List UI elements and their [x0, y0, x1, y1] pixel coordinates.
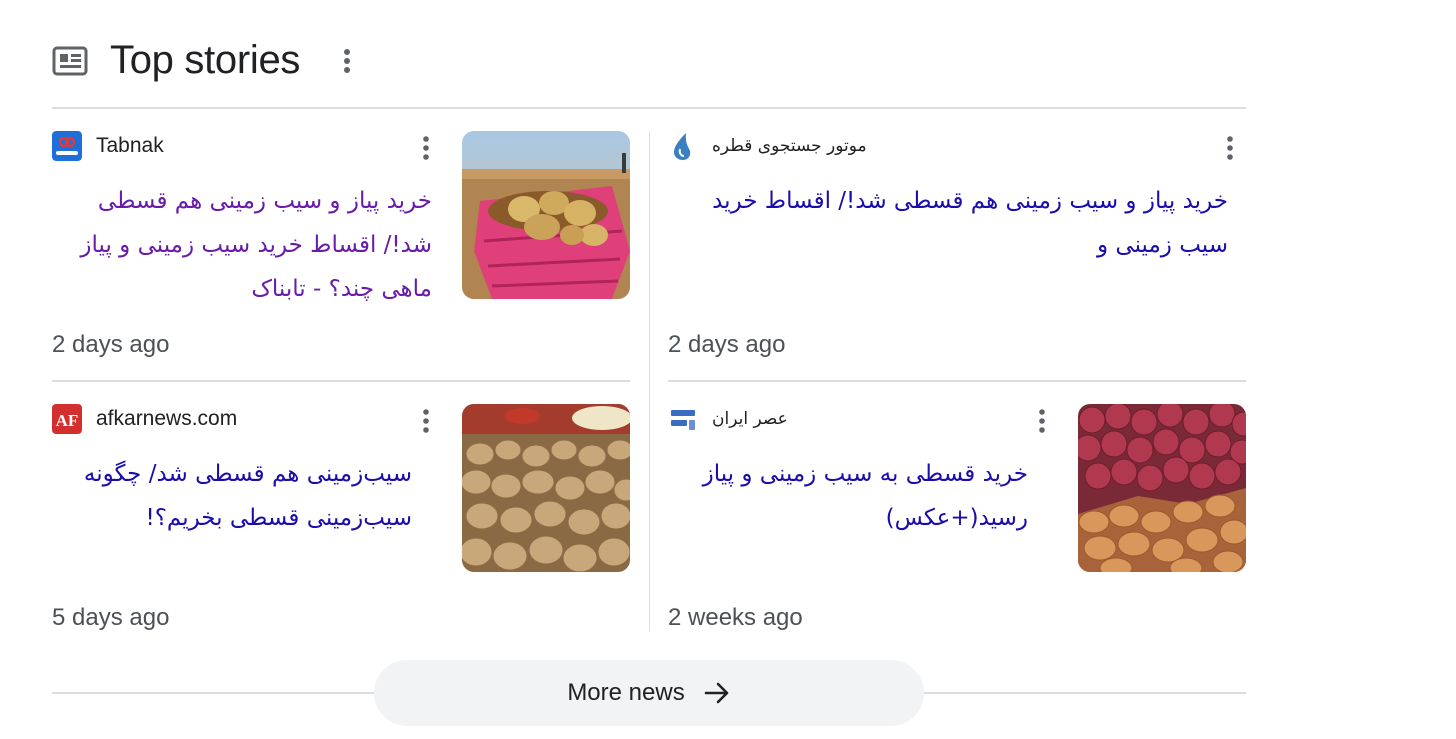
- potato-sack-field-image[interactable]: [462, 131, 630, 299]
- story-headline[interactable]: سیب‌زمینی هم قسطی شد/ چگونه سیب‌زمینی قس…: [52, 452, 412, 540]
- story-card-afkarnews[interactable]: AF afkarnews.com سیب‌زمینی هم قسطی شد/ چ…: [52, 404, 630, 634]
- source-name: عصر ایران: [712, 409, 788, 429]
- header-divider: [52, 107, 1246, 109]
- potato-pile-image[interactable]: [462, 404, 630, 572]
- story-source[interactable]: Tabnak: [52, 131, 164, 161]
- arrow-right-icon: [704, 682, 728, 704]
- ghatreh-drop-favicon: [674, 133, 691, 160]
- row-divider: [668, 380, 1246, 382]
- story-card-asriran[interactable]: عصر ایران خرید قسطی به سیب زمینی و پیاز …: [668, 404, 1246, 634]
- more-news-label: More news: [567, 679, 685, 706]
- story-source[interactable]: AF afkarnews.com: [52, 404, 237, 434]
- story-card-ghatreh[interactable]: موتور جستجوی قطره خرید پیاز و سیب زمینی …: [668, 131, 1246, 371]
- story-more-options-icon[interactable]: [416, 133, 436, 163]
- svg-text:AF: AF: [56, 411, 79, 430]
- story-headline[interactable]: خرید پیاز و سیب زمینی هم قسطی شد!/ اقساط…: [52, 179, 432, 311]
- footer-divider: [924, 692, 1246, 694]
- footer-divider: [52, 692, 374, 694]
- afkarnews-favicon: AF: [52, 404, 82, 434]
- source-name: afkarnews.com: [96, 407, 238, 430]
- more-news-button[interactable]: More news: [374, 660, 924, 726]
- story-more-options-icon[interactable]: [1220, 133, 1240, 163]
- section-title: Top stories: [110, 38, 301, 82]
- story-timestamp: 5 days ago: [52, 604, 170, 631]
- story-more-options-icon[interactable]: [1032, 406, 1052, 436]
- source-name: موتور جستجوی قطره: [712, 136, 867, 156]
- source-name: Tabnak: [96, 134, 164, 157]
- newspaper-icon: [52, 46, 88, 76]
- story-source[interactable]: موتور جستجوی قطره: [668, 131, 867, 161]
- story-headline[interactable]: خرید قسطی به سیب زمینی و پیاز رسید(+عکس): [668, 452, 1028, 540]
- story-timestamp: 2 days ago: [52, 331, 170, 358]
- story-more-options-icon[interactable]: [416, 406, 436, 436]
- story-headline[interactable]: خرید پیاز و سیب زمینی هم قسطی شد!/ اقساط…: [668, 179, 1228, 267]
- story-timestamp: 2 weeks ago: [668, 604, 803, 631]
- story-source[interactable]: عصر ایران: [668, 404, 788, 434]
- story-timestamp: 2 days ago: [668, 331, 786, 358]
- tabnak-favicon: [52, 131, 82, 161]
- kebab-menu-icon[interactable]: [336, 46, 358, 76]
- asriran-favicon: [668, 404, 698, 434]
- top-stories-header: Top stories: [52, 34, 452, 86]
- column-divider: [649, 131, 650, 631]
- row-divider: [52, 380, 630, 382]
- story-card-tabnak[interactable]: Tabnak خرید پیاز و سیب زمینی هم قسطی شد!…: [52, 131, 630, 371]
- onions-potatoes-image[interactable]: [1078, 404, 1246, 572]
